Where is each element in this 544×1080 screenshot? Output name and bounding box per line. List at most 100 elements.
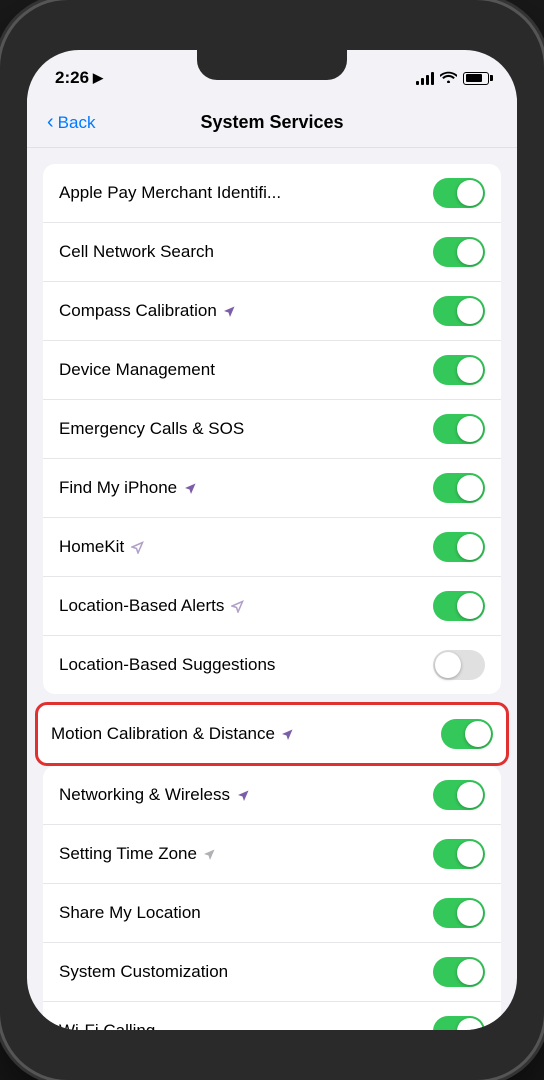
- settings-row-find-my-iphone: Find My iPhone: [43, 459, 501, 518]
- toggle-switch[interactable]: [433, 532, 485, 562]
- row-label-networking-wireless: Networking & Wireless: [59, 785, 230, 805]
- location-arrow-outline-icon: [130, 540, 144, 554]
- settings-row-cell-network: Cell Network Search: [43, 223, 501, 282]
- row-right: [433, 650, 485, 680]
- row-right: [433, 780, 485, 810]
- row-right: [433, 237, 485, 267]
- settings-row-homekit: HomeKit: [43, 518, 501, 577]
- content-area: Apple Pay Merchant Identifi... Cell Netw…: [27, 148, 517, 1030]
- toggle-switch[interactable]: [433, 296, 485, 326]
- toggle-switch[interactable]: [441, 719, 493, 749]
- settings-group: Networking & Wireless Setting Time Zone: [43, 766, 501, 1030]
- settings-row-location-alerts: Location-Based Alerts: [43, 577, 501, 636]
- row-label-share-my-location: Share My Location: [59, 903, 201, 923]
- back-button[interactable]: ‹ Back: [47, 113, 95, 133]
- row-right: [433, 473, 485, 503]
- row-left: Find My iPhone: [59, 478, 433, 498]
- status-time: 2:26 ▶: [55, 68, 103, 88]
- location-arrow-gray-icon: [203, 847, 217, 861]
- row-right: [433, 591, 485, 621]
- location-arrow-icon: [223, 304, 237, 318]
- row-label-find-my-iphone: Find My iPhone: [59, 478, 177, 498]
- highlighted-setting-row: Motion Calibration & Distance: [35, 702, 509, 766]
- settings-row-system-customization: System Customization: [43, 943, 501, 1002]
- row-left: Compass Calibration: [59, 301, 433, 321]
- row-left: System Customization: [59, 962, 433, 982]
- toggle-switch[interactable]: [433, 473, 485, 503]
- location-status-icon: ▶: [93, 70, 103, 86]
- row-label-location-suggestions: Location-Based Suggestions: [59, 655, 275, 675]
- toggle-switch[interactable]: [433, 780, 485, 810]
- toggle-switch[interactable]: [433, 957, 485, 987]
- row-right: [433, 178, 485, 208]
- settings-row-setting-time-zone: Setting Time Zone: [43, 825, 501, 884]
- toggle-switch[interactable]: [433, 237, 485, 267]
- row-label-wifi-calling: Wi-Fi Calling: [59, 1021, 155, 1030]
- settings-row-device-management: Device Management: [43, 341, 501, 400]
- settings-row-share-my-location: Share My Location: [43, 884, 501, 943]
- settings-row-wifi-calling: Wi-Fi Calling: [43, 1002, 501, 1030]
- row-left: Location-Based Suggestions: [59, 655, 433, 675]
- row-label-device-management: Device Management: [59, 360, 215, 380]
- notch: [197, 50, 347, 80]
- toggle-switch[interactable]: [433, 650, 485, 680]
- row-label-location-alerts: Location-Based Alerts: [59, 596, 224, 616]
- row-right: [433, 1016, 485, 1030]
- row-right: [433, 414, 485, 444]
- row-right: [433, 355, 485, 385]
- row-label-apple-pay: Apple Pay Merchant Identifi...: [59, 183, 281, 203]
- back-chevron-icon: ‹: [47, 112, 54, 132]
- toggle-switch[interactable]: [433, 591, 485, 621]
- row-right: [433, 898, 485, 928]
- toggle-switch[interactable]: [433, 839, 485, 869]
- row-left: Emergency Calls & SOS: [59, 419, 433, 439]
- row-right: [433, 532, 485, 562]
- toggle-switch[interactable]: [433, 414, 485, 444]
- settings-row-location-suggestions: Location-Based Suggestions: [43, 636, 501, 694]
- nav-bar: ‹ Back System Services: [27, 98, 517, 148]
- location-arrow-icon: [183, 481, 197, 495]
- battery-icon: [463, 72, 489, 85]
- settings-row-networking-wireless: Networking & Wireless: [43, 766, 501, 825]
- row-label-setting-time-zone: Setting Time Zone: [59, 844, 197, 864]
- row-label-motion-calibration: Motion Calibration & Distance: [51, 724, 275, 744]
- toggle-switch[interactable]: [433, 1016, 485, 1030]
- row-right: [441, 719, 493, 749]
- row-left: Cell Network Search: [59, 242, 433, 262]
- row-left: Share My Location: [59, 903, 433, 923]
- row-left: Motion Calibration & Distance: [51, 724, 441, 744]
- status-icons: [416, 70, 489, 86]
- location-arrow-outline-icon: [230, 599, 244, 613]
- row-left: Apple Pay Merchant Identifi...: [59, 183, 433, 203]
- toggle-switch[interactable]: [433, 178, 485, 208]
- row-left: Networking & Wireless: [59, 785, 433, 805]
- row-left: HomeKit: [59, 537, 433, 557]
- toggle-switch[interactable]: [433, 355, 485, 385]
- phone-screen: 2:26 ▶: [27, 50, 517, 1030]
- row-label-emergency-calls: Emergency Calls & SOS: [59, 419, 244, 439]
- toggle-switch[interactable]: [433, 898, 485, 928]
- page-title: System Services: [200, 112, 343, 133]
- settings-row-motion-calibration: Motion Calibration & Distance: [38, 705, 506, 763]
- row-label-compass-calibration: Compass Calibration: [59, 301, 217, 321]
- location-arrow-icon: [236, 788, 250, 802]
- back-label: Back: [58, 113, 96, 133]
- signal-icon: [416, 71, 434, 85]
- row-left: Device Management: [59, 360, 433, 380]
- row-label-cell-network: Cell Network Search: [59, 242, 214, 262]
- row-label-system-customization: System Customization: [59, 962, 228, 982]
- row-right: [433, 296, 485, 326]
- settings-row-compass-calibration: Compass Calibration: [43, 282, 501, 341]
- location-arrow-icon: [281, 727, 295, 741]
- phone-frame: 2:26 ▶: [0, 0, 544, 1080]
- row-left: Location-Based Alerts: [59, 596, 433, 616]
- wifi-icon: [440, 70, 457, 86]
- row-left: Wi-Fi Calling: [59, 1021, 433, 1030]
- row-label-homekit: HomeKit: [59, 537, 124, 557]
- time-display: 2:26: [55, 68, 89, 88]
- settings-group: Apple Pay Merchant Identifi... Cell Netw…: [43, 164, 501, 694]
- row-right: [433, 957, 485, 987]
- settings-row-emergency-calls: Emergency Calls & SOS: [43, 400, 501, 459]
- settings-list: Apple Pay Merchant Identifi... Cell Netw…: [27, 164, 517, 1030]
- row-right: [433, 839, 485, 869]
